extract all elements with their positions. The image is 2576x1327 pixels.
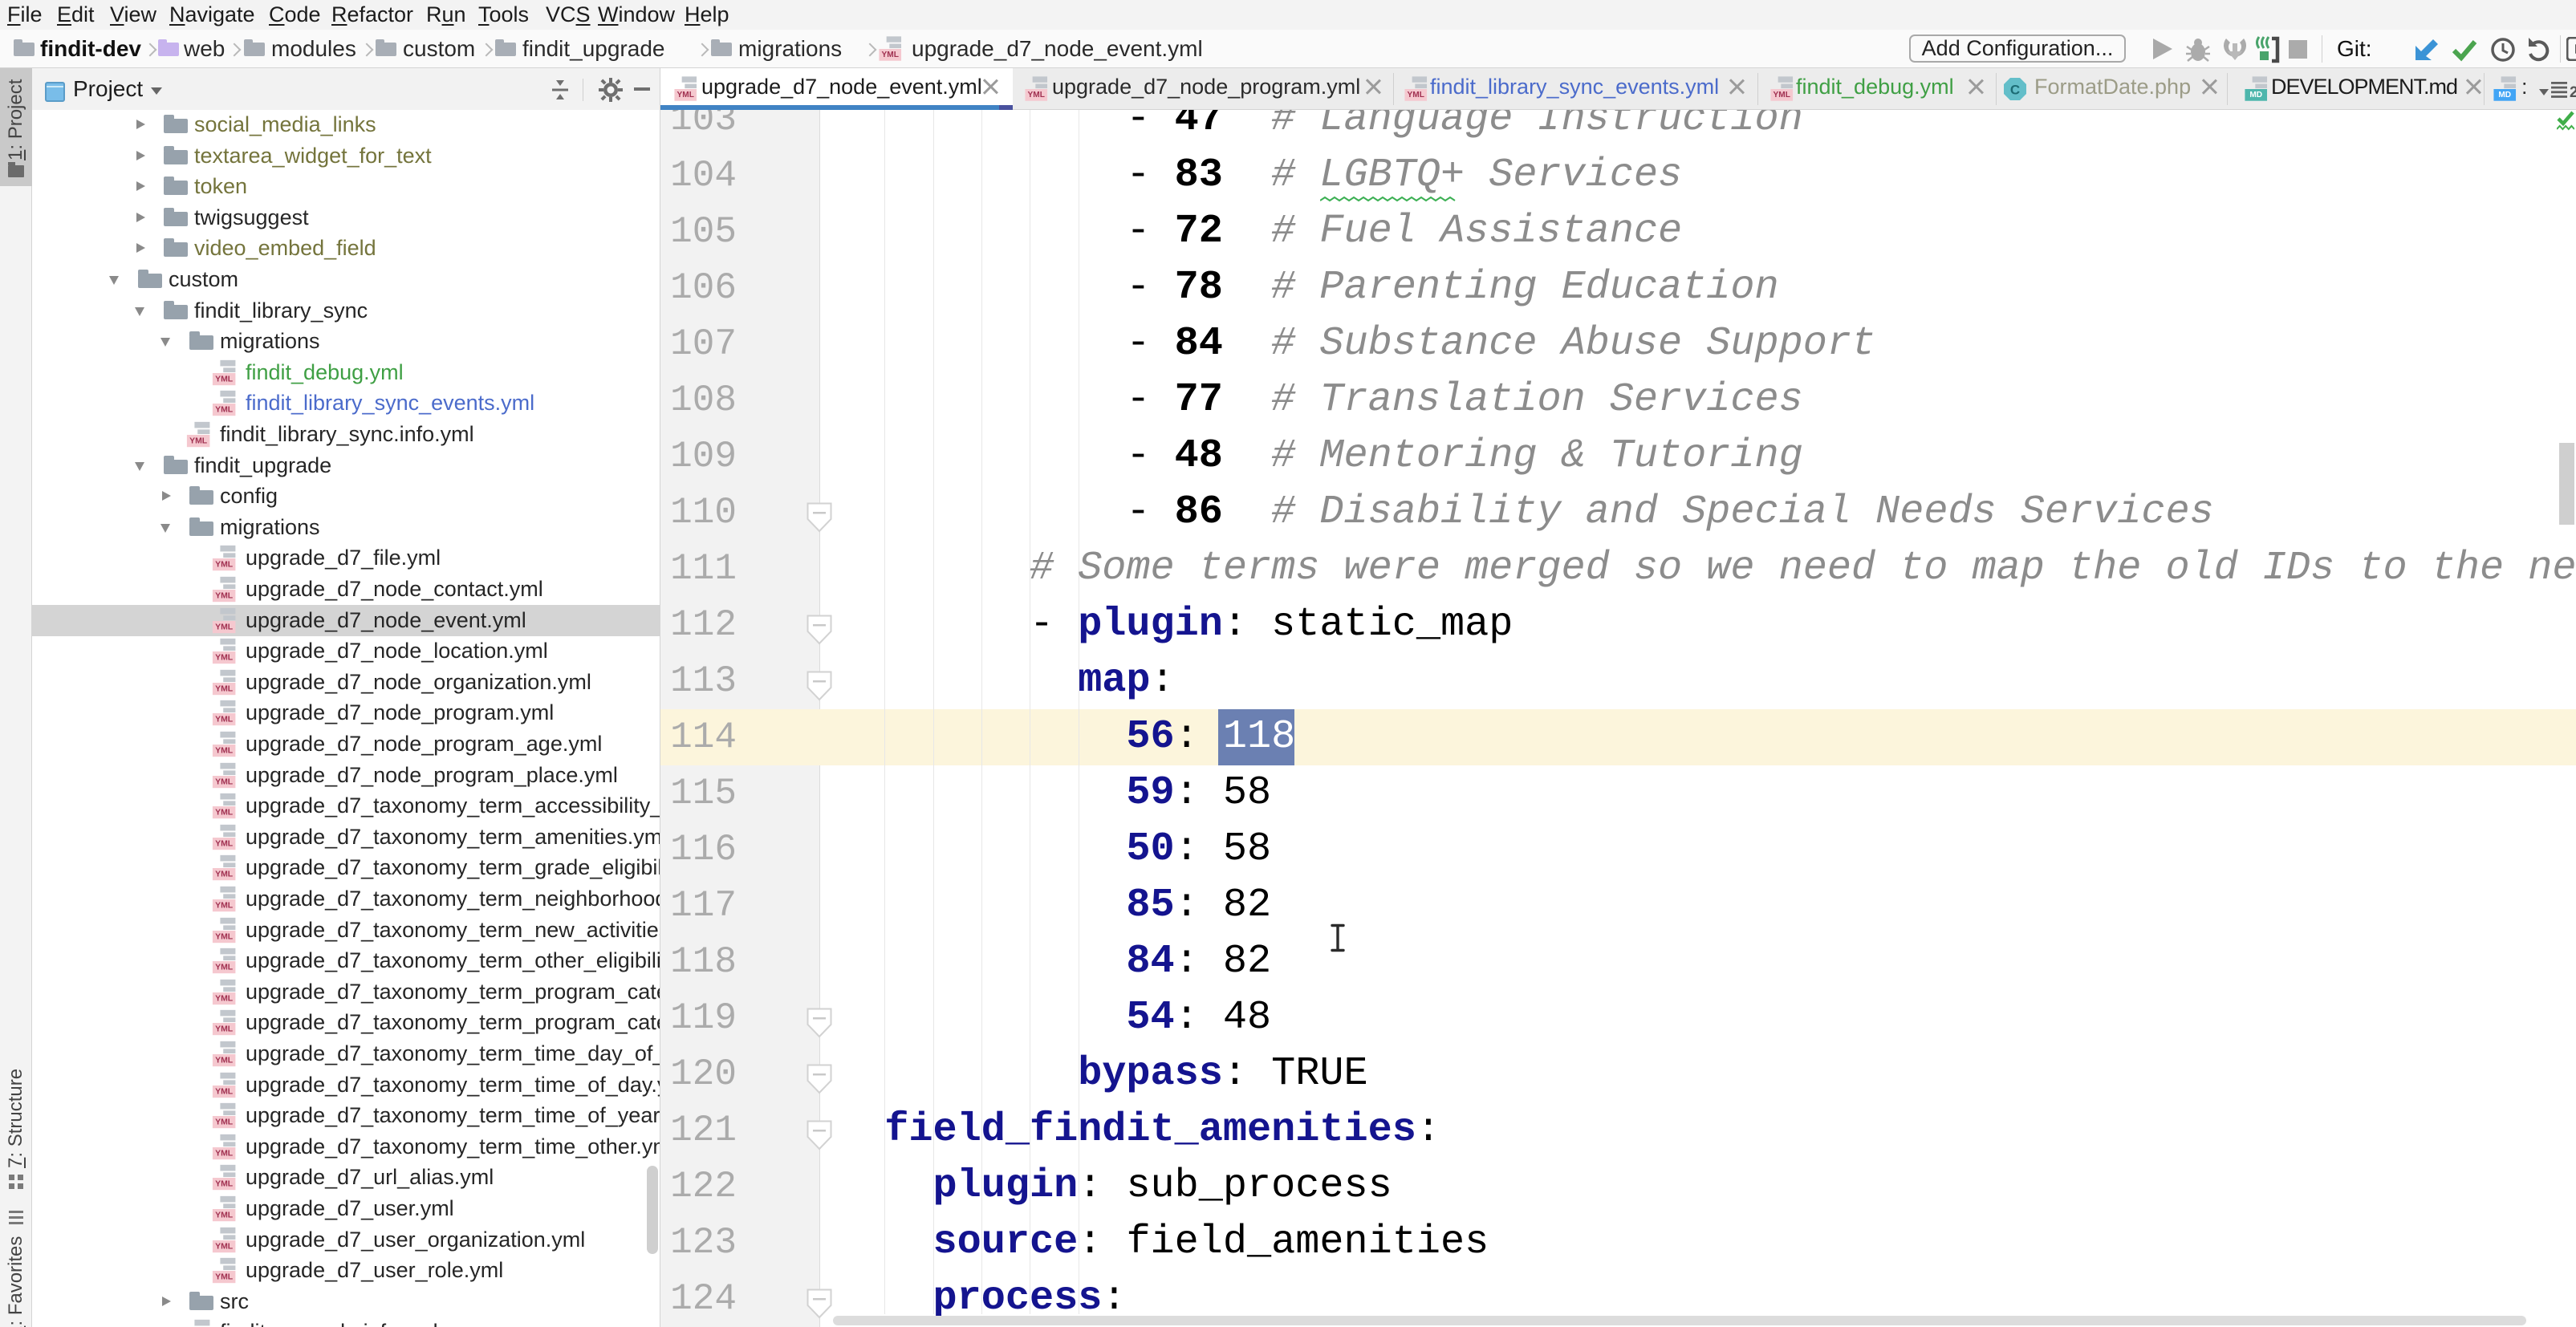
- svg-text:C: C: [2010, 83, 2020, 98]
